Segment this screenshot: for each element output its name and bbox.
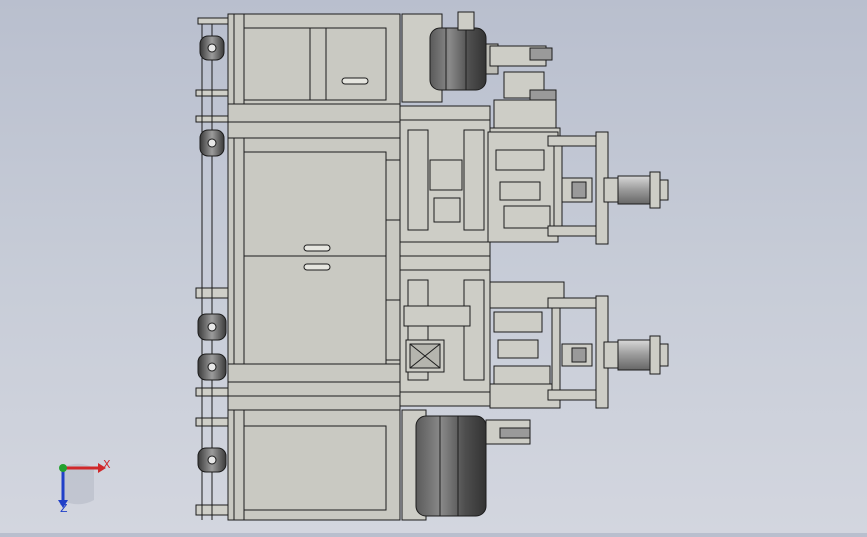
lower-drum-assembly [401,409,531,521]
x-axis-label: X [103,458,111,471]
upper-press-unit [487,131,669,245]
upper-drum-assembly [401,11,499,103]
caster-column [195,17,229,520]
cad-viewport[interactable]: X Z [0,0,867,533]
lower-press-unit [547,295,669,409]
machine-drawing [58,11,669,521]
main-cabinet [227,13,401,521]
support-frame [399,105,491,407]
z-axis-label: Z [60,502,68,515]
y-axis-dot [59,464,67,472]
